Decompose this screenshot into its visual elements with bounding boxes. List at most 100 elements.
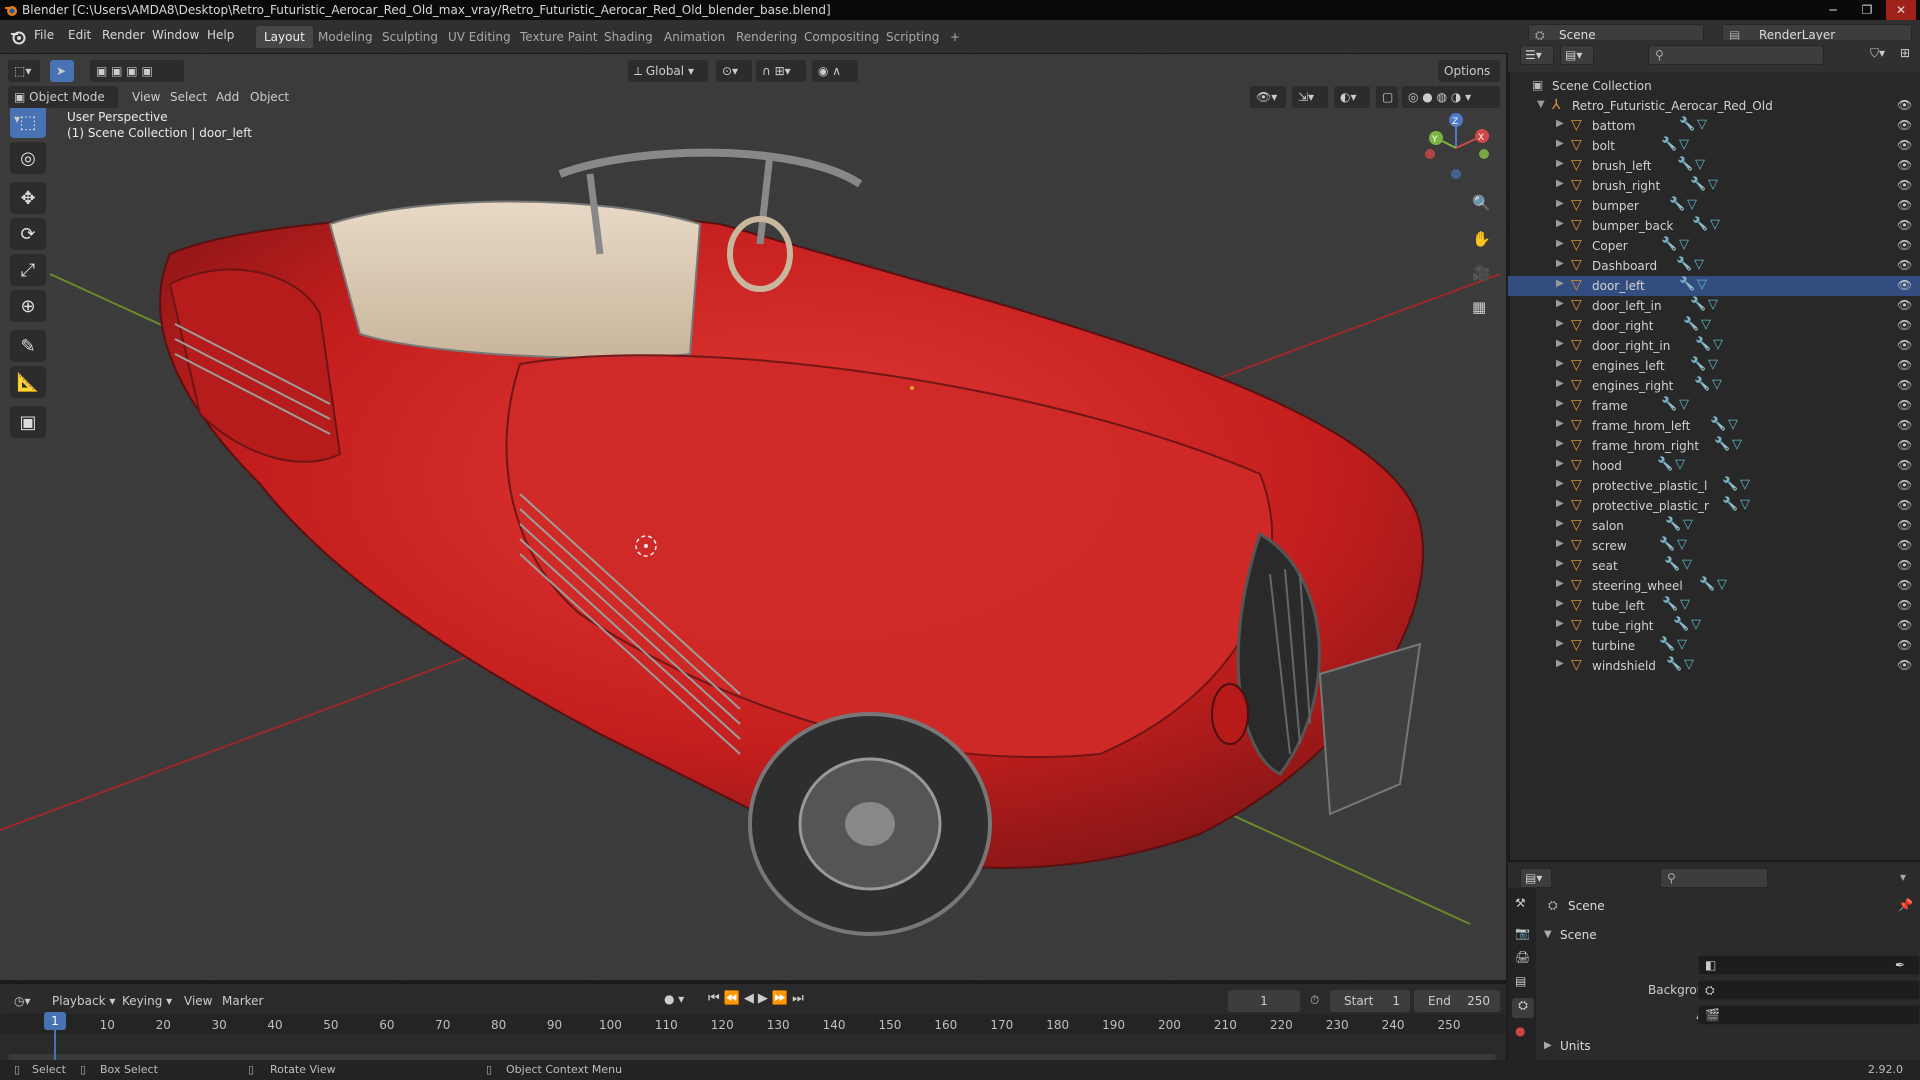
outliner-object-row[interactable]: ▶ ▽ engines_right 🔧 ▽ 👁 <box>1508 376 1920 396</box>
eye-icon[interactable]: 👁 <box>1897 478 1912 492</box>
mesh-data-icon[interactable]: ▽ <box>1679 237 1689 252</box>
eye-icon[interactable]: 👁 <box>1897 118 1912 132</box>
mesh-data-icon[interactable]: ▽ <box>1740 497 1750 512</box>
expand-icon[interactable]: ▶ <box>1556 638 1564 649</box>
mesh-data-icon[interactable]: ▽ <box>1717 577 1727 592</box>
tab-sculpting[interactable]: Sculpting <box>374 26 446 48</box>
camera-field[interactable]: ◧ ✒ <box>1698 955 1920 975</box>
modifier-wrench-icon[interactable]: 🔧 <box>1669 197 1685 212</box>
outliner-object-row[interactable]: ▶ ▽ steering_wheel 🔧 ▽ 👁 <box>1508 576 1920 596</box>
outliner-object-row[interactable]: ▶ ▽ engines_left 🔧 ▽ 👁 <box>1508 356 1920 376</box>
tab-compositing[interactable]: Compositing <box>796 26 887 48</box>
eye-icon[interactable]: 👁 <box>1897 238 1912 252</box>
eye-icon[interactable]: 👁 <box>1897 558 1912 572</box>
expand-icon[interactable]: ▶ <box>1556 478 1564 489</box>
outliner-object-row[interactable]: ▶ ▽ Dashboard 🔧 ▽ 👁 <box>1508 256 1920 276</box>
eye-icon[interactable]: 👁 <box>1897 518 1912 532</box>
output-tab-icon[interactable]: 🖨 <box>1515 950 1530 964</box>
camera-view-icon[interactable]: 🎥 <box>1472 264 1491 282</box>
menu-edit[interactable]: Edit <box>68 28 91 42</box>
eye-icon[interactable]: 👁 <box>1897 138 1912 152</box>
menu-playback[interactable]: Playback ▾ <box>52 994 115 1008</box>
eye-icon[interactable]: 👁 <box>1897 258 1912 272</box>
outliner-object-row[interactable]: ▶ ▽ salon 🔧 ▽ 👁 <box>1508 516 1920 536</box>
modifier-wrench-icon[interactable]: 🔧 <box>1666 657 1682 672</box>
section-collapse-icon[interactable]: ▼ <box>1544 929 1552 940</box>
modifier-wrench-icon[interactable]: 🔧 <box>1664 557 1680 572</box>
transform-tool[interactable]: ⊕ <box>10 290 46 322</box>
expand-icon[interactable]: ▶ <box>1556 558 1564 569</box>
eye-icon[interactable]: 👁 <box>1897 538 1912 552</box>
expand-icon[interactable]: ▶ <box>1556 238 1564 249</box>
active-clip-field[interactable]: 🎬 <box>1698 1005 1920 1025</box>
render-tab-icon[interactable]: 📷 <box>1515 926 1530 940</box>
expand-icon[interactable]: ▶ <box>1556 398 1564 409</box>
menu-timeline-view[interactable]: View <box>184 994 212 1008</box>
expand-icon[interactable]: ▶ <box>1556 338 1564 349</box>
object-mode-dropdown[interactable]: ▣ Object Mode ▾ <box>8 86 118 126</box>
eye-icon[interactable]: 👁 <box>1897 498 1912 512</box>
menu-view[interactable]: View <box>132 90 160 104</box>
properties-editor-type[interactable]: ▤▾ <box>1520 868 1552 888</box>
outliner-object-row[interactable]: ▶ ▽ bumper_back 🔧 ▽ 👁 <box>1508 216 1920 236</box>
chevron-down-icon[interactable]: ▾ <box>1900 870 1906 884</box>
outliner-object-row[interactable]: ▶ ▽ bumper 🔧 ▽ 👁 <box>1508 196 1920 216</box>
expand-icon[interactable]: ▶ <box>1556 598 1564 609</box>
scene-tab-icon[interactable]: ⛭ <box>1512 998 1534 1018</box>
mesh-data-icon[interactable]: ▽ <box>1728 417 1738 432</box>
modifier-wrench-icon[interactable]: 🔧 <box>1659 537 1675 552</box>
mesh-data-icon[interactable]: ▽ <box>1708 177 1718 192</box>
current-frame-field[interactable]: 1 <box>1228 990 1300 1012</box>
modifier-wrench-icon[interactable]: 🔧 <box>1710 417 1726 432</box>
start-frame-field[interactable]: Start 1 <box>1330 990 1410 1012</box>
tab-texture-paint[interactable]: Texture Paint <box>512 26 605 48</box>
eye-icon[interactable]: 👁 <box>1897 158 1912 172</box>
outliner-object-row[interactable]: ▶ ▽ frame_hrom_right 🔧 ▽ 👁 <box>1508 436 1920 456</box>
eyedropper-icon[interactable]: ✒ <box>1895 958 1905 972</box>
units-section-header[interactable]: Units <box>1560 1039 1591 1053</box>
mesh-data-icon[interactable]: ▽ <box>1677 637 1687 652</box>
outliner-object-row[interactable]: ▶ ▽ door_left_in 🔧 ▽ 👁 <box>1508 296 1920 316</box>
properties-search-input[interactable]: ⚲ <box>1660 868 1768 888</box>
tab-rendering[interactable]: Rendering <box>728 26 805 48</box>
playback-controls[interactable]: ⏮⏪◀▶⏩⏭ <box>708 991 808 1006</box>
expand-icon[interactable]: ▶ <box>1556 258 1564 269</box>
tab-modeling[interactable]: Modeling <box>310 26 381 48</box>
modifier-wrench-icon[interactable]: 🔧 <box>1679 277 1695 292</box>
eye-icon[interactable]: 👁 <box>1897 318 1912 332</box>
outliner-object-row[interactable]: ▶ ▽ windshield 🔧 ▽ 👁 <box>1508 656 1920 676</box>
outliner-object-row[interactable]: ▶ ▽ brush_left 🔧 ▽ 👁 <box>1508 156 1920 176</box>
eye-icon[interactable]: 👁 <box>1897 418 1912 432</box>
outliner-object-row[interactable]: ▶ ▽ screw 🔧 ▽ 👁 <box>1508 536 1920 556</box>
expand-icon[interactable]: ▶ <box>1556 178 1564 189</box>
mesh-data-icon[interactable]: ▽ <box>1675 457 1685 472</box>
rotate-tool[interactable]: ⟳ <box>10 218 46 250</box>
expand-icon[interactable]: ▶ <box>1556 498 1564 509</box>
view-layer-tab-icon[interactable]: ▤ <box>1515 974 1526 988</box>
scale-tool[interactable]: ⤢ <box>10 254 46 286</box>
mesh-data-icon[interactable]: ▽ <box>1713 337 1723 352</box>
mesh-data-icon[interactable]: ▽ <box>1687 197 1697 212</box>
menu-window[interactable]: Window <box>152 28 199 42</box>
modifier-wrench-icon[interactable]: 🔧 <box>1676 257 1692 272</box>
menu-render[interactable]: Render <box>102 28 145 42</box>
outliner-object-row[interactable]: ▶ ▽ frame 🔧 ▽ 👁 <box>1508 396 1920 416</box>
outliner-object-row[interactable]: ▶ ▽ brush_right 🔧 ▽ 👁 <box>1508 176 1920 196</box>
outliner-object-row[interactable]: ▶ ▽ door_left 🔧 ▽ 👁 <box>1508 276 1920 296</box>
mesh-data-icon[interactable]: ▽ <box>1701 317 1711 332</box>
mesh-data-icon[interactable]: ▽ <box>1697 117 1707 132</box>
transform-orientation-dropdown[interactable]: ⟂ Global ▾ <box>628 60 708 82</box>
menu-file[interactable]: File <box>34 28 54 42</box>
xray-toggle[interactable]: ▢ <box>1376 86 1398 108</box>
mesh-data-icon[interactable]: ▽ <box>1677 537 1687 552</box>
eye-icon[interactable]: 👁 <box>1897 398 1912 412</box>
menu-select[interactable]: Select <box>170 90 207 104</box>
mesh-data-icon[interactable]: ▽ <box>1732 437 1742 452</box>
outliner-object-row[interactable]: ▶ ▽ hood 🔧 ▽ 👁 <box>1508 456 1920 476</box>
pivot-dropdown[interactable]: ⊙▾ <box>716 60 752 82</box>
scene-section-header[interactable]: Scene <box>1560 928 1597 942</box>
viewport-scene[interactable] <box>0 54 1506 980</box>
zoom-icon[interactable]: 🔍 <box>1472 194 1491 212</box>
mesh-data-icon[interactable]: ▽ <box>1679 397 1689 412</box>
outliner-object-row[interactable]: ▶ ▽ frame_hrom_left 🔧 ▽ 👁 <box>1508 416 1920 436</box>
